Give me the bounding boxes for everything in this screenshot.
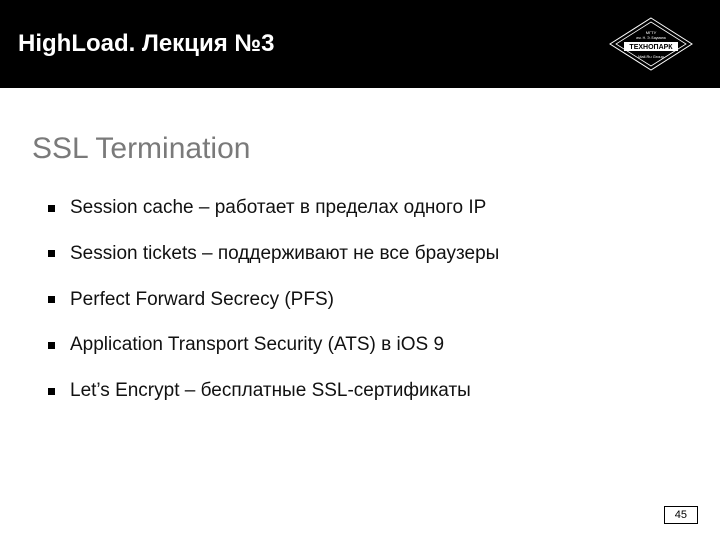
slide: HighLoad. Лекция №3 МГТУ им. Н. Э. Баума… [0,0,720,540]
logo-text-mid: им. Н. Э. Баумана [636,36,665,40]
list-item: Let’s Encrypt – бесплатные SSL-сертифика… [48,379,680,403]
page-number: 45 [664,506,698,524]
logo-text-top: МГТУ [646,30,657,35]
slide-body: SSL Termination Session cache – работает… [0,88,720,403]
slide-header: HighLoad. Лекция №3 МГТУ им. Н. Э. Баума… [0,0,720,88]
list-item: Session cache – работает в пределах одно… [48,196,680,220]
bullet-list: Session cache – работает в пределах одно… [32,196,680,403]
list-item: Perfect Forward Secrecy (PFS) [48,288,680,312]
list-item: Session tickets – поддерживают не все бр… [48,242,680,266]
section-title: SSL Termination [32,132,680,166]
lecture-title: HighLoad. Лекция №3 [18,30,274,58]
logo-text-brand: ТЕХНОПАРК [629,44,673,51]
technopark-logo: МГТУ им. Н. Э. Баумана ТЕХНОПАРК Mail.Ru… [606,16,696,72]
logo-text-bottom: Mail.Ru Group [638,54,665,59]
list-item: Application Transport Security (ATS) в i… [48,333,680,357]
